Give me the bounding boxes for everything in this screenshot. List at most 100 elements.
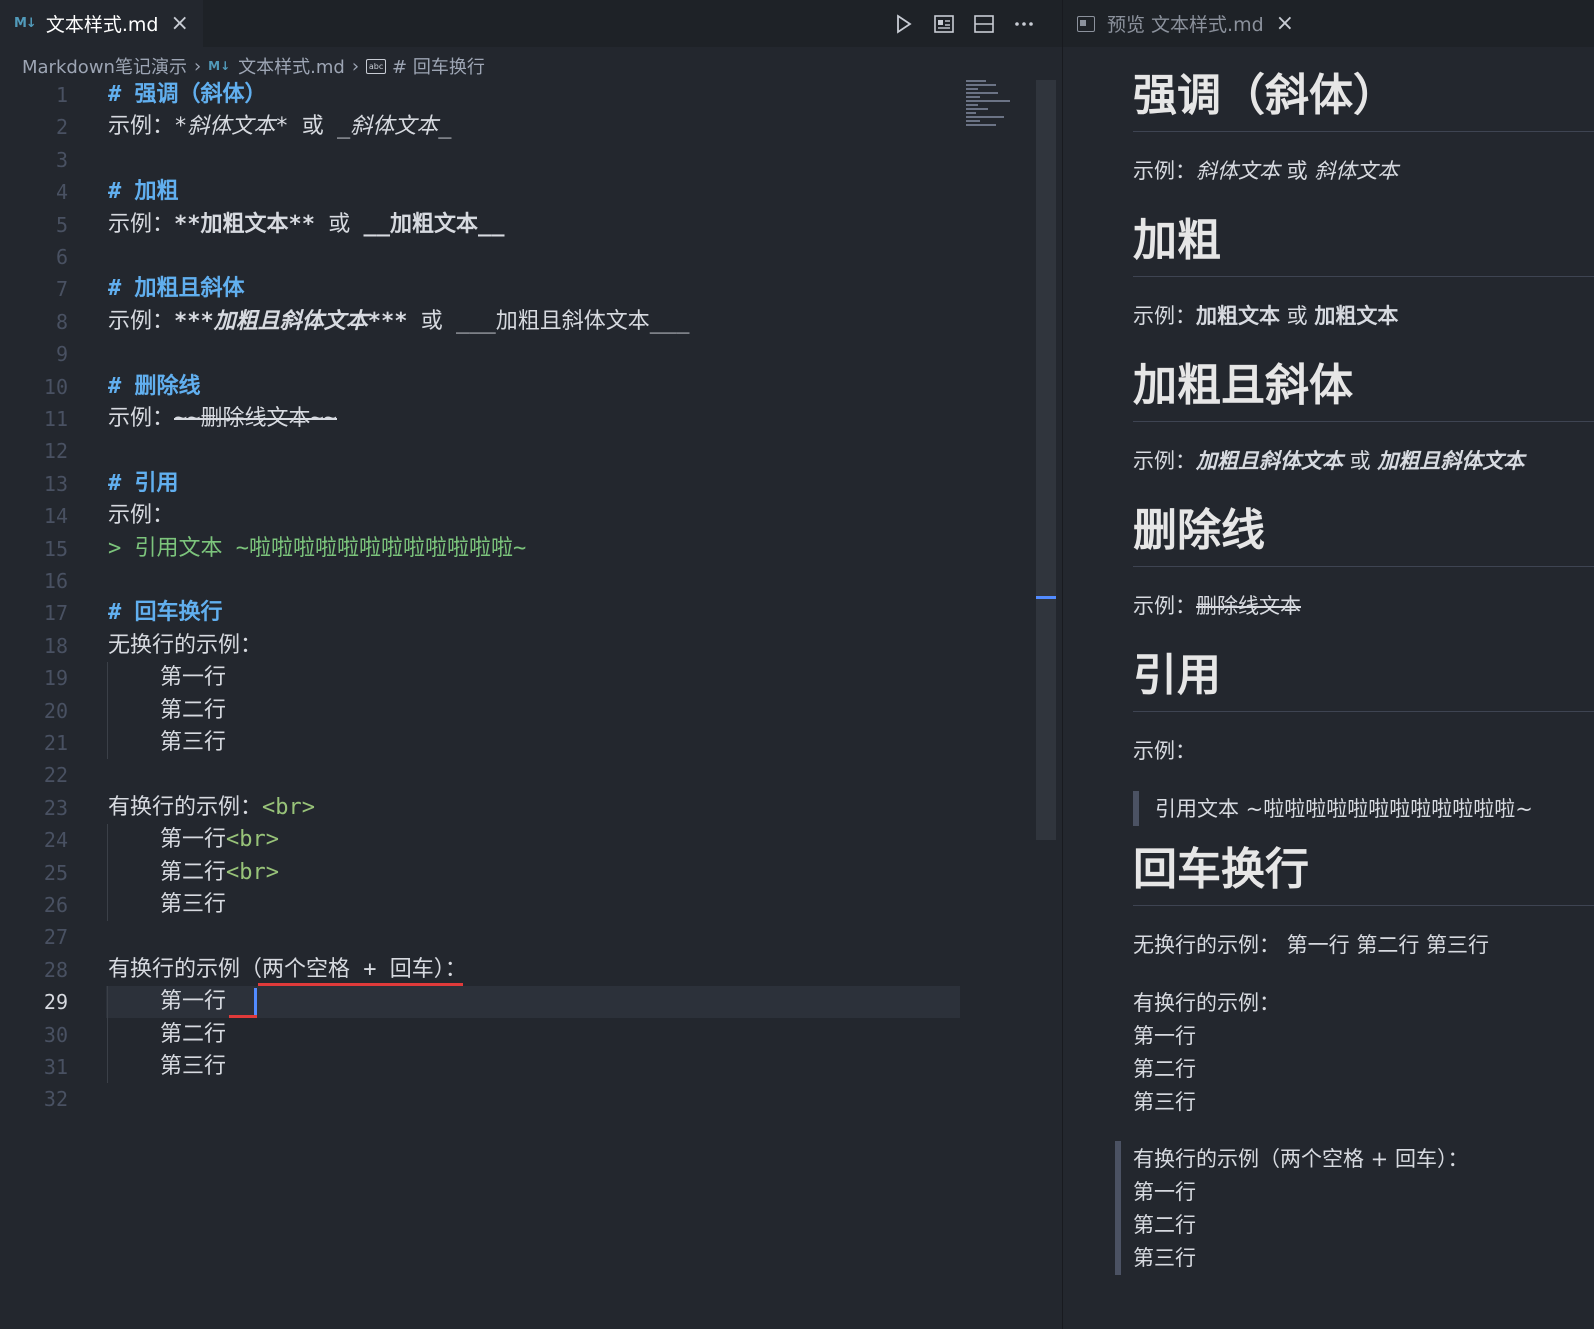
preview-text: 删除线文本 [1196,594,1301,618]
blockquote-line: 引用文本 ~啦啦啦啦啦啦啦啦啦啦啦啦~ [1155,797,1533,821]
blockquote-bar [1115,1141,1121,1275]
preview-text: 或 [1280,304,1315,328]
line-content: 第三行 [160,727,226,759]
line-content: 无换行的示例： [108,630,262,662]
code-line[interactable]: 29 第一行 [0,986,1036,1019]
line-number: 16 [43,569,68,593]
code-line[interactable]: 30 第二行 [0,1019,1036,1051]
code-line[interactable]: 7 # 加粗且斜体 [0,273,1036,305]
heading-divider [1133,711,1594,712]
code-token: *斜体文本* [174,114,289,140]
code-line[interactable]: 26 第三行 [0,889,1036,921]
code-line[interactable]: 17 # 回车换行 [0,597,1036,629]
code-line[interactable]: 9 [0,338,1036,370]
line-number: 6 [55,245,68,269]
error-squiggle [229,1015,257,1019]
preview-text: 加粗且斜体文本 [1196,449,1343,473]
chevron-right-icon: › [351,55,360,77]
code-line[interactable]: 1 # 强调（斜体） [0,79,1036,111]
code-line[interactable]: 14 示例： [0,500,1036,532]
code-line[interactable]: 31 第三行 [0,1051,1036,1083]
code-token: # 强调（斜体） [108,82,267,107]
code-token: 有换行的示例： [108,794,263,820]
error-squiggle [258,982,463,986]
line-content: 第三行 [160,889,226,921]
vertical-scrollbar[interactable] [1036,80,1056,840]
code-token: 或 ___加粗且斜体文本___ [407,308,690,334]
blockquote-line: 第一行 [1133,1180,1196,1204]
tab-preview[interactable]: 预览 文本样式.md × [1063,0,1309,47]
code-line[interactable]: 8 示例：***加粗且斜体文本*** 或 ___加粗且斜体文本___ [0,306,1036,338]
code-line[interactable]: 32 [0,1083,1036,1115]
code-line[interactable]: 21 第三行 [0,727,1036,759]
preview-text: 加粗且斜体文本 [1377,449,1525,473]
code-line[interactable]: 5 示例：**加粗文本** 或 __加粗文本__ [0,209,1036,241]
code-line[interactable]: 28 有换行的示例（两个空格 + 回车）： [0,954,1036,986]
run-icon[interactable] [894,13,914,34]
tab-text-styles-md[interactable]: M↓ 文本样式.md × [0,0,203,47]
code-line[interactable]: 16 [0,565,1036,597]
more-actions-icon[interactable] [1014,14,1034,34]
code-line[interactable]: 4 # 加粗 [0,176,1036,208]
code-line[interactable]: 18 无换行的示例： [0,630,1036,662]
line-number: 4 [55,180,68,205]
line-number: 1 [55,83,68,107]
code-line[interactable]: 2 示例：*斜体文本* 或 _斜体文本_ [0,111,1036,143]
line-content: 第一行<br> [160,824,279,856]
code-token: ~~删除线文本~~ [174,406,337,431]
code-line[interactable]: 27 [0,921,1036,953]
close-icon[interactable]: × [1276,11,1294,36]
line-content: 第二行 [160,1019,226,1051]
line-number: 8 [55,309,68,334]
heading-divider [1133,421,1594,422]
code-line[interactable]: 11 示例：~~删除线文本~~ [0,403,1036,435]
code-token: <br> [226,827,279,853]
preview-paragraph: 示例：斜体文本 或 斜体文本 [1133,155,1594,187]
split-editor-icon[interactable] [974,14,994,34]
code-line[interactable]: 25 第二行<br> [0,857,1036,889]
line-content: # 加粗 [108,176,179,208]
line-content: > 引用文本 ~啦啦啦啦啦啦啦啦啦啦啦啦~ [108,533,526,565]
breadcrumb-symbol[interactable]: # 回车换行 [392,53,485,79]
line-number: 7 [55,277,68,302]
line-content: 第二行 [160,695,226,727]
preview-text: 或 [1343,449,1378,473]
preview-paragraph: 示例： [1133,735,1594,767]
preview-heading: 强调（斜体） [1133,70,1397,121]
code-line[interactable]: 19 第一行 [0,662,1036,694]
open-preview-icon[interactable] [934,14,954,34]
code-line[interactable]: 20 第二行 [0,695,1036,727]
breadcrumb-file[interactable]: 文本样式.md [238,53,345,79]
preview-paragraph: 示例：加粗文本 或 加粗文本 [1133,300,1594,332]
code-line[interactable]: 23 有换行的示例：<br> [0,792,1036,824]
line-content: 示例：**加粗文本** 或 __加粗文本__ [108,209,504,241]
indent-guide [107,986,108,1084]
code-line[interactable]: 10 # 删除线 [0,371,1036,403]
editor-group: M↓ 文本样式.md × Markdown笔记演示 › M↓ 文本样式.md ›… [0,0,1062,1329]
code-line[interactable]: 24 第一行<br> [0,824,1036,856]
code-line[interactable]: 3 [0,144,1036,176]
breadcrumb-folder[interactable]: Markdown笔记演示 [22,53,187,79]
heading-divider [1133,276,1594,277]
line-number: 17 [43,601,68,626]
code-line[interactable]: 22 [0,759,1036,791]
code-token: <br> [226,859,279,885]
line-number: 11 [43,407,68,431]
preview-text: 示例： [1133,594,1196,618]
code-line[interactable]: 15 > 引用文本 ~啦啦啦啦啦啦啦啦啦啦啦啦~ [0,533,1036,565]
code-token: ***加粗且斜体文本*** [174,308,408,334]
blockquote-line: 有换行的示例（两个空格 + 回车）： [1133,1147,1469,1171]
preview-paragraph: 无换行的示例： 第一行 第二行 第三行 [1133,929,1594,961]
preview-heading: 引用 [1133,650,1221,701]
code-line[interactable]: 12 [0,435,1036,467]
line-number: 27 [43,925,68,950]
editor-tab-bar: M↓ 文本样式.md × [0,0,1062,47]
line-content: 示例：***加粗且斜体文本*** 或 ___加粗且斜体文本___ [108,306,689,338]
code-line[interactable]: 6 [0,241,1036,273]
close-icon[interactable]: × [170,11,188,36]
code-line[interactable]: 13 # 引用 [0,468,1036,500]
minimap[interactable] [966,80,1016,140]
line-number: 18 [43,633,68,658]
line-number: 30 [43,1022,68,1047]
code-token: # 引用 [108,470,179,496]
